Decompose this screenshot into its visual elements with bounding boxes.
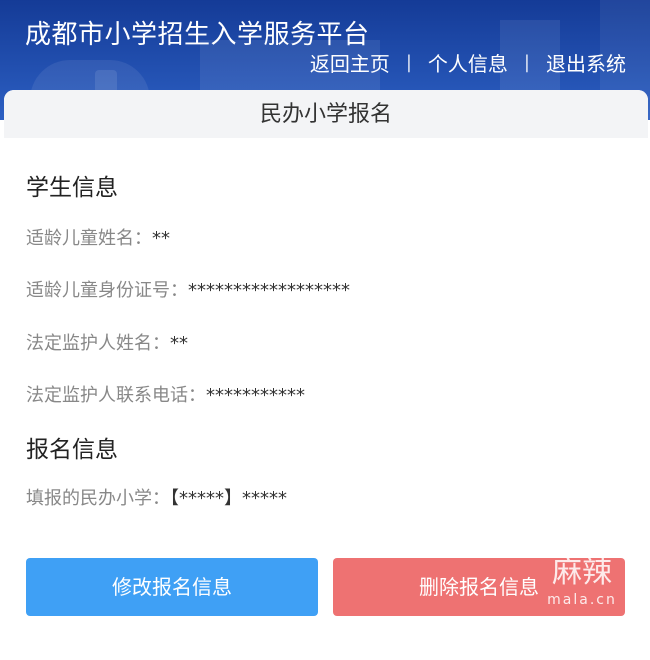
guardian-phone-value: *********** — [206, 385, 305, 406]
home-link[interactable]: 返回主页 — [310, 48, 390, 77]
school-label: 填报的民办小学： — [26, 488, 170, 509]
registration-info-title: 报名信息 — [26, 437, 118, 463]
watermark-logo: 麻辣 mala.cn — [536, 555, 628, 617]
child-id-label: 适龄儿童身份证号： — [26, 280, 188, 301]
profile-link[interactable]: 个人信息 — [428, 48, 508, 77]
watermark-text: 麻辣 — [552, 555, 612, 590]
student-info-title: 学生信息 — [26, 175, 118, 201]
page-title: 民办小学报名 — [4, 90, 648, 138]
child-id-row: 适龄儿童身份证号：****************** — [26, 276, 350, 302]
child-name-value: ** — [152, 228, 170, 249]
school-row: 填报的民办小学：【*****】***** — [26, 484, 287, 510]
guardian-name-row: 法定监护人姓名：** — [26, 329, 188, 355]
guardian-name-label: 法定监护人姓名： — [26, 333, 170, 354]
school-value: 【*****】***** — [170, 488, 287, 509]
top-nav: 返回主页 | 个人信息 | 退出系统 — [310, 48, 626, 77]
nav-separator: | — [405, 52, 412, 73]
site-title: 成都市小学招生入学服务平台 — [25, 20, 370, 50]
logout-link[interactable]: 退出系统 — [546, 48, 626, 77]
guardian-phone-row: 法定监护人联系电话：*********** — [26, 381, 305, 407]
watermark-domain: mala.cn — [547, 592, 617, 608]
nav-separator: | — [523, 52, 530, 73]
edit-registration-button[interactable]: 修改报名信息 — [26, 558, 318, 616]
child-name-row: 适龄儿童姓名：** — [26, 224, 170, 250]
guardian-name-value: ** — [170, 333, 188, 354]
child-id-value: ****************** — [188, 280, 350, 301]
child-name-label: 适龄儿童姓名： — [26, 228, 152, 249]
guardian-phone-label: 法定监护人联系电话： — [26, 385, 206, 406]
